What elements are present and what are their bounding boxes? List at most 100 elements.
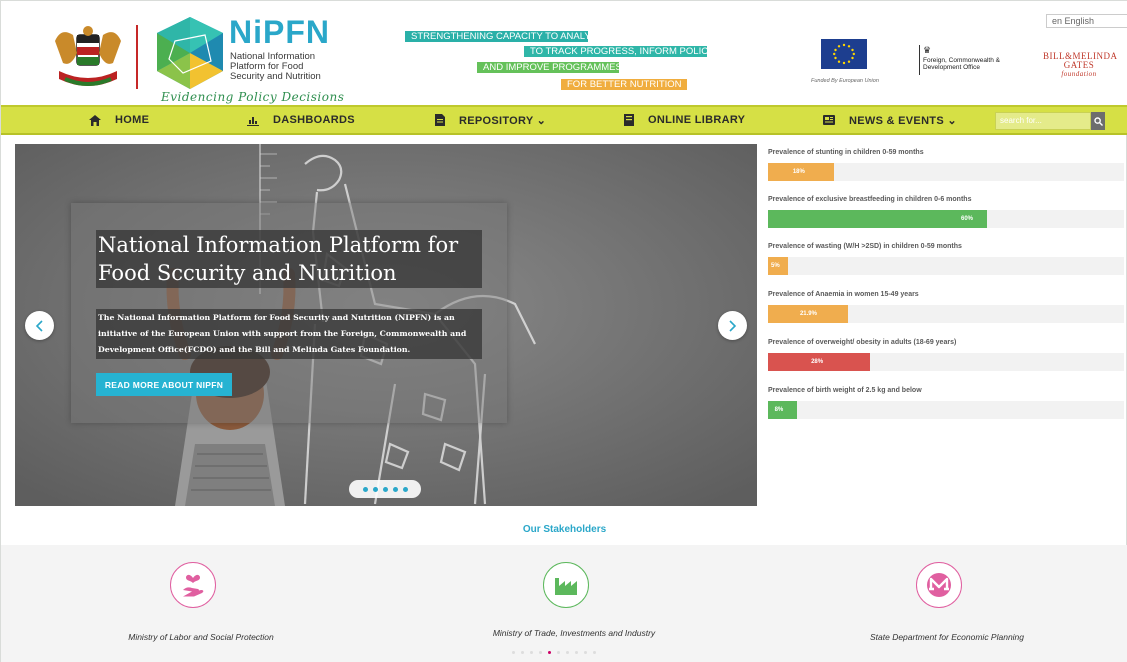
language-select[interactable]: en English: [1046, 14, 1127, 28]
pager-dot[interactable]: [530, 651, 533, 654]
nav-online-library[interactable]: ONLINE LIBRARY: [624, 107, 745, 133]
book-icon: [624, 114, 634, 126]
hero-carousel: National Information Platform for Food S…: [15, 144, 757, 506]
main-nav: HOME DASHBOARDS REPOSITORY ⌄ ONLINE LIBR…: [1, 105, 1127, 135]
carousel-prev-button[interactable]: [25, 311, 54, 340]
pager-dot[interactable]: [512, 651, 515, 654]
indicator-label: Prevalence of Anaemia in women 15-49 yea…: [768, 291, 919, 298]
pager-dot[interactable]: [521, 651, 524, 654]
stakeholder-logo-trade[interactable]: [543, 562, 589, 608]
indicator-track: 5%: [768, 257, 1124, 275]
monero-icon: [927, 573, 951, 597]
gates-foundation-logo: BILL&MELINDA GATES foundation: [1043, 51, 1118, 79]
brand-title[interactable]: NiPFN: [229, 15, 330, 49]
indicator-stunting: Prevalence of stunting in children 0-59 …: [768, 147, 1124, 181]
nav-dashboards[interactable]: DASHBOARDS: [247, 107, 355, 133]
hand-heart-icon: [183, 574, 204, 597]
pager-dot-active[interactable]: [548, 651, 551, 654]
stakeholder-pager: [512, 651, 596, 654]
indicator-value: 8%: [774, 407, 784, 413]
indicator-label: Prevalence of birth weight of 2.5 kg and…: [768, 387, 922, 394]
nav-news-events[interactable]: NEWS & EVENTS ⌄: [823, 107, 957, 133]
indicator-track: 28%: [768, 353, 1124, 371]
carousel-dot[interactable]: [362, 486, 368, 492]
indicator-overweight: Prevalence of overweight/ obesity in adu…: [768, 337, 1124, 371]
eu-caption: Funded By European Union: [811, 78, 879, 84]
indicator-label: Prevalence of stunting in children 0-59 …: [768, 149, 924, 156]
hero-title: National Information Platform for Food S…: [96, 230, 482, 288]
indicator-label: Prevalence of wasting (W/H >2SD) in chil…: [768, 243, 962, 250]
pager-dot[interactable]: [557, 651, 560, 654]
carousel-pagination: [349, 480, 421, 498]
tagline-strip-3: AND IMPROVE PROGRAMMES: [477, 62, 622, 73]
indicator-label: Prevalence of exclusive breastfeeding in…: [768, 196, 972, 203]
indicator-track: 21.9%: [768, 305, 1124, 323]
site-header: NiPFN National Information Platform for …: [1, 1, 1127, 105]
brand-subtitle: National Information Platform for Food S…: [230, 51, 321, 82]
indicator-value: 28%: [811, 359, 824, 365]
bar-chart-icon: [247, 116, 259, 126]
stakeholders-heading: Our Stakeholders: [522, 524, 607, 535]
carousel-dot[interactable]: [392, 486, 398, 492]
tagline-strip-4: FOR BETTER NUTRITION: [561, 79, 687, 90]
stakeholder-name[interactable]: Ministry of Labor and Social Protection: [51, 632, 351, 642]
newspaper-icon: [823, 115, 835, 125]
indicator-track: 8%: [768, 401, 1124, 419]
nav-home-label: HOME: [115, 114, 150, 126]
tagline-strip-1: STRENGTHENING CAPACITY TO ANALYSE DATA: [405, 31, 630, 42]
nav-dashboards-label: DASHBOARDS: [273, 114, 355, 126]
indicator-value: 60%: [961, 216, 974, 222]
carousel-dot[interactable]: [382, 486, 388, 492]
pager-dot[interactable]: [539, 651, 542, 654]
page: NiPFN National Information Platform for …: [0, 0, 1127, 662]
nav-online-library-label: ONLINE LIBRARY: [648, 114, 746, 126]
header-divider: [136, 25, 138, 89]
stakeholder-logo-planning[interactable]: [916, 562, 962, 608]
file-icon: [435, 114, 445, 126]
factory-icon: [555, 578, 577, 595]
carousel-dot[interactable]: [372, 486, 378, 492]
nav-home[interactable]: HOME: [89, 107, 149, 133]
search-icon: [1093, 116, 1103, 126]
hero-description: The National Information Platform for Fo…: [96, 309, 482, 359]
pager-dot[interactable]: [575, 651, 578, 654]
search-button[interactable]: [1091, 112, 1105, 130]
tagline-strip-2: TO TRACK PROGRESS, INFORM POLICIES: [524, 46, 723, 57]
indicator-value: 5%: [771, 263, 780, 269]
nav-news-events-label: NEWS & EVENTS ⌄: [849, 114, 957, 127]
nav-repository-label: REPOSITORY ⌄: [459, 114, 547, 127]
indicator-track: 18%: [768, 163, 1124, 181]
carousel-dot[interactable]: [402, 486, 408, 492]
stakeholder-logo-labor[interactable]: [170, 562, 216, 608]
eu-flag-icon: [821, 39, 867, 69]
stakeholder-name[interactable]: State Department for Economic Planning: [797, 632, 1097, 642]
pager-dot[interactable]: [566, 651, 569, 654]
chevron-right-icon: [729, 319, 737, 332]
pager-dot[interactable]: [584, 651, 587, 654]
pager-dot[interactable]: [593, 651, 596, 654]
indicator-value: 18%: [792, 169, 805, 175]
brand-tagline: Evidencing Policy Decisions: [161, 90, 345, 104]
search-input[interactable]: search for...: [995, 112, 1091, 130]
fcdo-crest-icon: ♛: [923, 45, 932, 55]
gates-sub: foundation: [1061, 70, 1097, 78]
fcdo-divider: [919, 45, 920, 75]
indicator-birth-weight: Prevalence of birth weight of 2.5 kg and…: [768, 385, 1124, 419]
gates-title: BILL&MELINDA GATES: [1043, 51, 1118, 70]
indicator-value: 21.9%: [799, 311, 817, 317]
indicator-bar[interactable]: [768, 210, 987, 228]
nipfn-logo-icon[interactable]: [153, 15, 227, 91]
indicator-label: Prevalence of overweight/ obesity in adu…: [768, 339, 957, 346]
indicator-wasting: Prevalence of wasting (W/H >2SD) in chil…: [768, 241, 1124, 275]
chevron-left-icon: [35, 319, 43, 332]
home-icon: [89, 114, 101, 126]
indicator-breastfeeding: Prevalence of exclusive breastfeeding in…: [768, 194, 1124, 228]
fcdo-logo-text: Foreign, Commonwealth & Development Offi…: [923, 57, 1000, 71]
indicator-anaemia: Prevalence of Anaemia in women 15-49 yea…: [768, 289, 1124, 323]
stakeholder-name[interactable]: Ministry of Trade, Investments and Indus…: [424, 628, 724, 638]
carousel-next-button[interactable]: [718, 311, 747, 340]
read-more-button[interactable]: READ MORE ABOUT NIPFN: [96, 373, 232, 396]
indicator-track: 60%: [768, 210, 1124, 228]
nav-repository[interactable]: REPOSITORY ⌄: [435, 107, 546, 133]
kenya-coat-of-arms-icon[interactable]: [49, 23, 127, 95]
